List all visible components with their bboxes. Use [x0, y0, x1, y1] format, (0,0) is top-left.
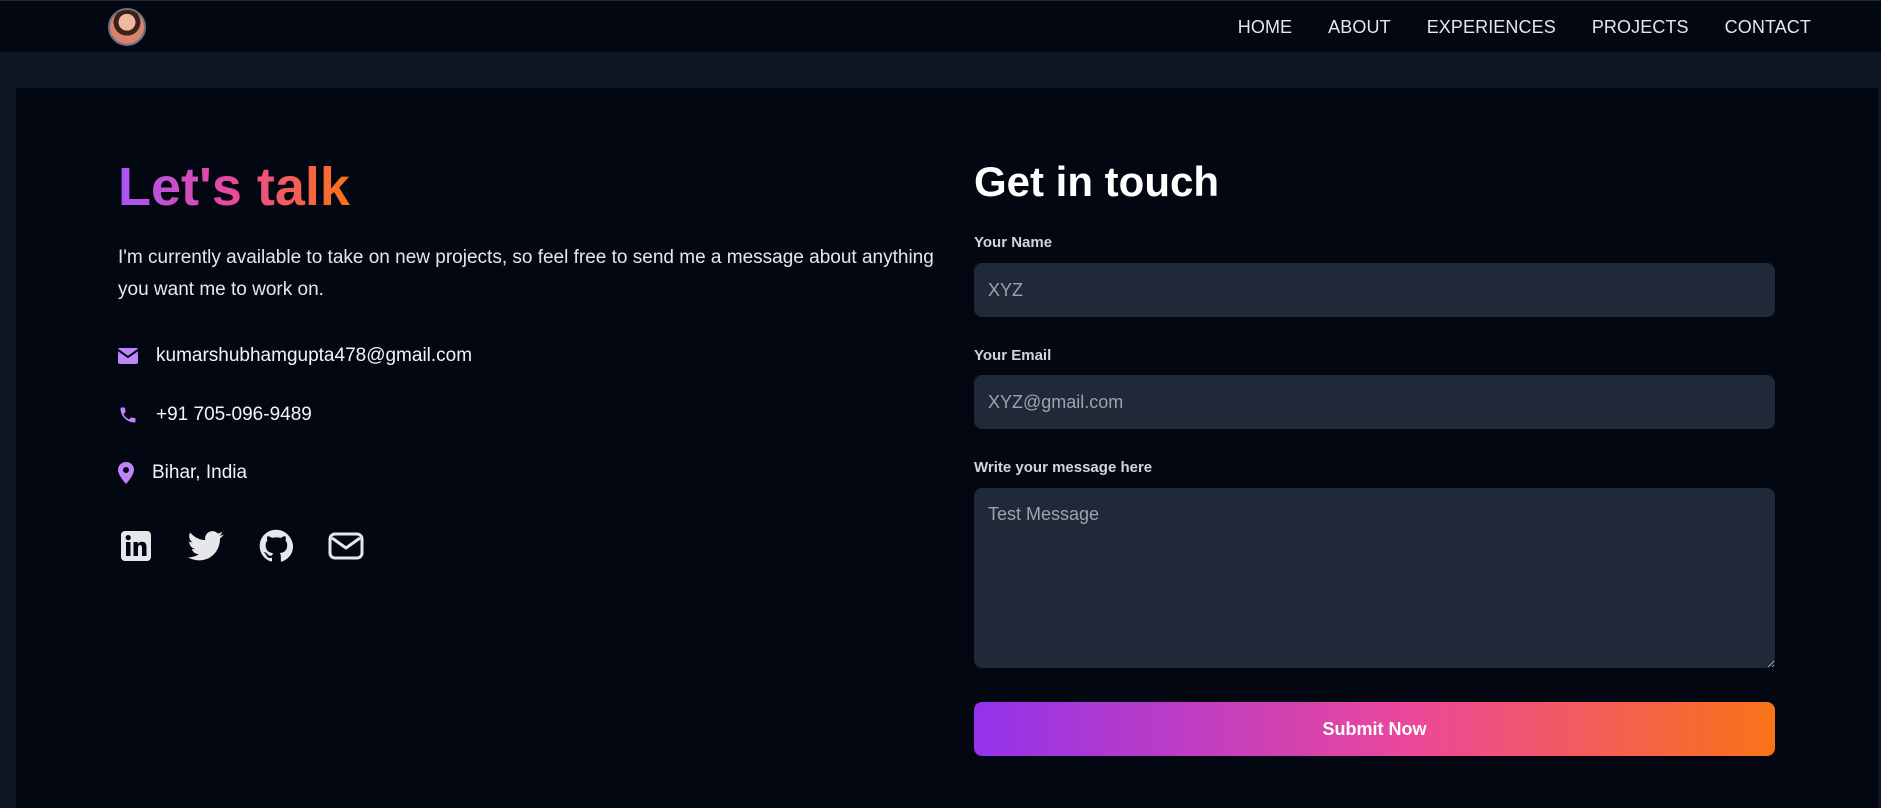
message-textarea[interactable] — [974, 488, 1775, 668]
linkedin-icon[interactable] — [118, 528, 154, 564]
message-label: Write your message here — [974, 459, 1153, 476]
contact-phone[interactable]: +91 705-096-9489 — [156, 404, 312, 426]
nav-experiences-link[interactable]: EXPERIENCES — [1427, 17, 1556, 38]
contact-section: Let's talk I'm currently available to ta… — [16, 88, 1878, 808]
twitter-icon[interactable] — [188, 528, 224, 564]
contact-email-row: kumarshubhamgupta478@gmail.com — [118, 345, 472, 367]
nav-about-link[interactable]: ABOUT — [1328, 17, 1391, 38]
contact-email[interactable]: kumarshubhamgupta478@gmail.com — [156, 345, 472, 367]
github-icon[interactable] — [258, 528, 294, 564]
mail-icon[interactable] — [328, 528, 364, 564]
email-label: Your Email — [974, 347, 1052, 364]
name-input[interactable] — [974, 263, 1775, 317]
contact-location: Bihar, India — [152, 462, 248, 483]
contact-title: Let's talk — [118, 157, 350, 217]
navbar: HOME ABOUT EXPERIENCES PROJECTS CONTACT — [0, 0, 1881, 52]
nav-projects-link[interactable]: PROJECTS — [1592, 17, 1689, 38]
form-title: Get in touch — [974, 158, 1219, 205]
location-pin-icon — [118, 462, 134, 484]
contact-phone-row: +91 705-096-9489 — [118, 404, 312, 426]
contact-intro: I'm currently available to take on new p… — [118, 247, 934, 300]
nav-links: HOME ABOUT EXPERIENCES PROJECTS CONTACT — [1202, 1, 1811, 53]
email-input[interactable] — [974, 375, 1775, 429]
nav-home-link[interactable]: HOME — [1238, 17, 1292, 38]
phone-icon — [118, 405, 138, 425]
submit-button[interactable]: Submit Now — [974, 702, 1775, 756]
avatar[interactable] — [108, 8, 146, 46]
envelope-icon — [118, 348, 138, 364]
contact-location-row: Bihar, India — [118, 462, 247, 484]
social-links — [118, 528, 398, 564]
name-label: Your Name — [974, 234, 1053, 251]
nav-contact-link[interactable]: CONTACT — [1725, 17, 1811, 38]
